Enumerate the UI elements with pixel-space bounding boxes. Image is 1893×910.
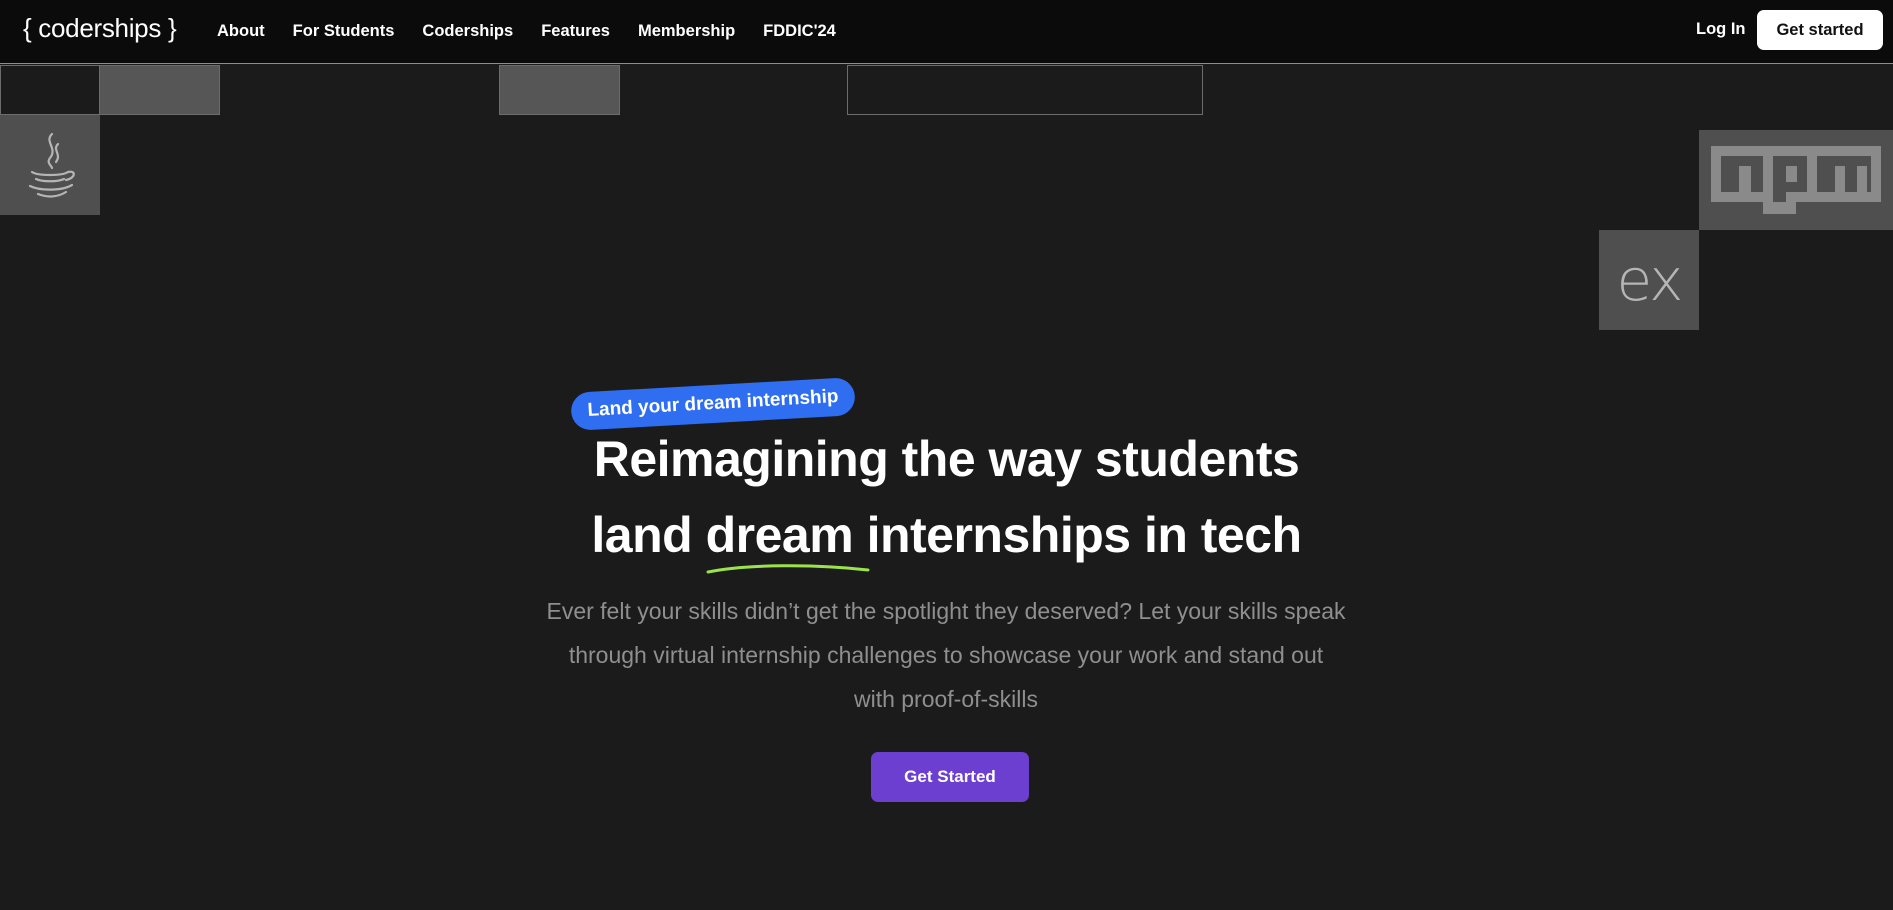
hero-headline-line1: Reimagining the way students bbox=[593, 431, 1300, 487]
grid-tile bbox=[847, 65, 1203, 115]
express-icon: ex bbox=[1616, 246, 1684, 314]
get-started-nav-button[interactable]: Get started bbox=[1757, 10, 1883, 50]
grid-tile bbox=[499, 65, 620, 115]
npm-icon bbox=[1711, 146, 1881, 214]
get-started-hero-button[interactable]: Get Started bbox=[871, 752, 1029, 802]
headline-dream: dream bbox=[705, 507, 854, 563]
npm-tile bbox=[1699, 130, 1893, 230]
grid-tile bbox=[0, 65, 100, 115]
hero-subtitle: Ever felt your skills didn’t get the spo… bbox=[546, 598, 1346, 712]
hero-badge: Land your dream internship bbox=[570, 377, 856, 431]
express-tile: ex bbox=[1599, 230, 1699, 330]
java-tile bbox=[0, 115, 100, 215]
headline-land: land bbox=[591, 507, 693, 563]
java-icon bbox=[28, 132, 75, 198]
landing-page: { coderships } About For Students Coders… bbox=[0, 0, 1893, 910]
nav-link-fddic[interactable]: FDDIC'24 bbox=[763, 22, 836, 41]
underline-squiggle-icon bbox=[706, 564, 870, 574]
nav-link-membership[interactable]: Membership bbox=[638, 22, 735, 41]
grid-tile bbox=[99, 65, 220, 115]
brand-logo[interactable]: { coderships } bbox=[23, 13, 177, 44]
nav-links: About For Students Coderships Features M… bbox=[217, 0, 864, 62]
nav-link-for-students[interactable]: For Students bbox=[293, 22, 395, 41]
headline-highlight: dream bbox=[705, 506, 870, 574]
hero-headline-line2: land dream internships in tech bbox=[0, 506, 1893, 574]
nav-link-about[interactable]: About bbox=[217, 22, 265, 41]
nav-link-features[interactable]: Features bbox=[541, 22, 610, 41]
nav-link-coderships[interactable]: Coderships bbox=[422, 22, 513, 41]
headline-rest: internships in tech bbox=[866, 507, 1303, 563]
top-nav: { coderships } About For Students Coders… bbox=[0, 0, 1893, 64]
login-link[interactable]: Log In bbox=[1696, 20, 1745, 39]
